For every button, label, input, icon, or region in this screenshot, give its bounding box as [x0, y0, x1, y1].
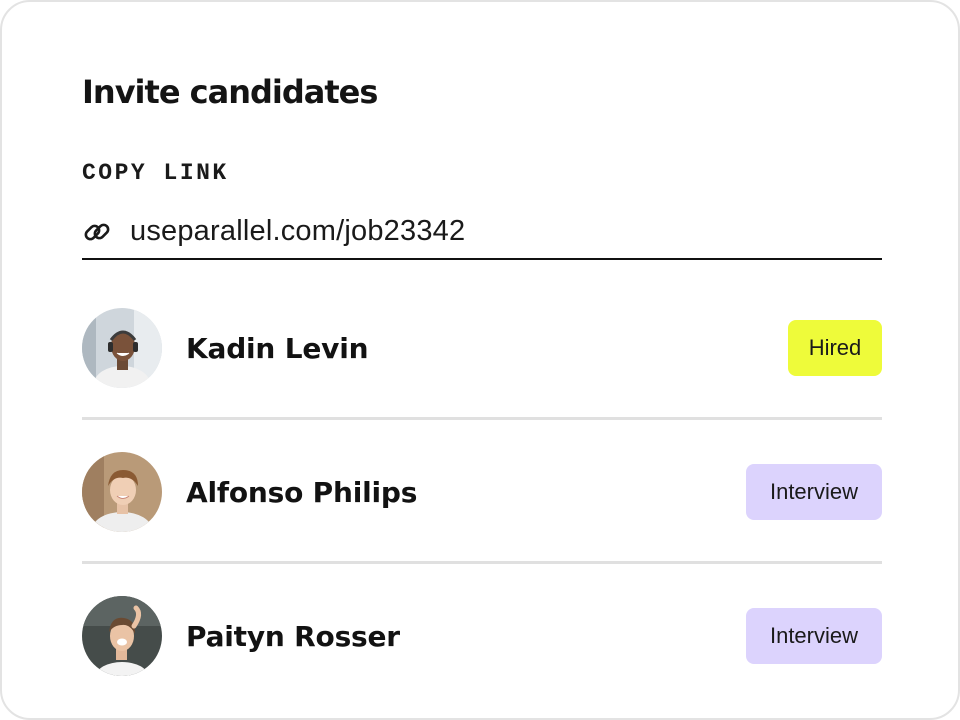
card-title: Invite candidates [82, 73, 378, 111]
copy-link-label: COPY LINK [82, 160, 229, 186]
candidate-name: Kadin Levin [186, 331, 369, 365]
copy-link-field[interactable]: useparallel.com/job23342 [82, 206, 882, 260]
invite-candidates-card: Invite candidates COPY LINK useparallel.… [0, 0, 960, 720]
status-badge[interactable]: Interview [746, 608, 882, 664]
candidate-row[interactable]: Kadin Levin Hired [82, 308, 882, 388]
avatar [82, 596, 162, 676]
candidate-name: Alfonso Philips [186, 475, 418, 509]
divider [82, 561, 882, 564]
avatar [82, 452, 162, 532]
candidate-name: Paityn Rosser [186, 619, 400, 653]
candidate-row[interactable]: Alfonso Philips Interview [82, 452, 882, 532]
link-icon[interactable] [82, 217, 112, 247]
status-badge[interactable]: Hired [788, 320, 882, 376]
copy-link-url[interactable]: useparallel.com/job23342 [130, 204, 465, 258]
candidate-row[interactable]: Paityn Rosser Interview [82, 596, 882, 676]
status-badge[interactable]: Interview [746, 464, 882, 520]
divider [82, 417, 882, 420]
avatar [82, 308, 162, 388]
